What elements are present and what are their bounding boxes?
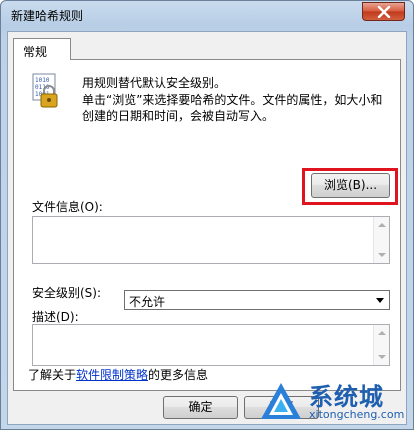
browse-button[interactable]: 浏览(B)... <box>311 173 390 198</box>
watermark-logo-icon <box>261 383 301 419</box>
tab-general-label: 常规 <box>23 45 48 59</box>
dialog-client: 常规 1010 0110 1001 用规则替代默认安全级别。 单击“浏览”来选择… <box>7 31 407 425</box>
more-info-prefix: 了解关于 <box>28 368 77 382</box>
svg-text:1010: 1010 <box>35 77 50 84</box>
scroll-down-icon[interactable] <box>378 253 386 257</box>
security-level-select[interactable]: 不允许 <box>124 290 390 310</box>
more-info-suffix: 的更多信息 <box>148 368 209 382</box>
description-label: 描述(D): <box>32 310 79 324</box>
tab-general[interactable]: 常规 <box>13 38 71 60</box>
close-icon <box>377 6 391 18</box>
chevron-down-icon <box>376 298 384 303</box>
title-bar: 新建哈希规则 <box>1 1 413 29</box>
general-tab-panel: 1010 0110 1001 用规则替代默认安全级别。 单击“浏览”来选择要哈希… <box>13 59 401 391</box>
scroll-down-icon[interactable] <box>378 355 386 359</box>
svg-text:0110: 0110 <box>35 84 50 91</box>
watermark-url: xitongcheng.com <box>309 408 405 421</box>
watermark-name: 系统城 <box>309 383 384 411</box>
file-info-scrollbar[interactable] <box>373 217 389 263</box>
window-title: 新建哈希规则 <box>11 9 84 23</box>
rule-description-line2: 单击“浏览”来选择要哈希的文件。文件的属性，如大小和创建的日期和时间，会被自动写… <box>82 93 383 123</box>
software-restriction-policy-link[interactable]: 软件限制策略 <box>76 368 148 382</box>
dialog-window: 新建哈希规则 常规 1010 0110 1001 用 <box>0 0 414 430</box>
scroll-up-icon[interactable] <box>378 223 386 227</box>
rule-description-line1: 用规则替代默认安全级别。 <box>82 76 227 90</box>
hash-lock-icon: 1010 0110 1001 <box>32 73 62 109</box>
description-scrollbar[interactable] <box>373 325 389 365</box>
more-info-text: 了解关于软件限制策略的更多信息 <box>28 366 208 383</box>
file-info-field[interactable] <box>32 216 390 264</box>
close-button[interactable] <box>362 2 405 21</box>
security-level-label: 安全级别(S): <box>32 286 102 300</box>
file-info-label: 文件信息(O): <box>32 200 103 214</box>
watermark: 系统城 xitongcheng.com <box>259 377 409 427</box>
ok-button[interactable]: 确定 <box>163 396 238 419</box>
security-level-value: 不允许 <box>129 295 166 309</box>
scroll-up-icon[interactable] <box>378 331 386 335</box>
description-field[interactable] <box>32 324 390 366</box>
